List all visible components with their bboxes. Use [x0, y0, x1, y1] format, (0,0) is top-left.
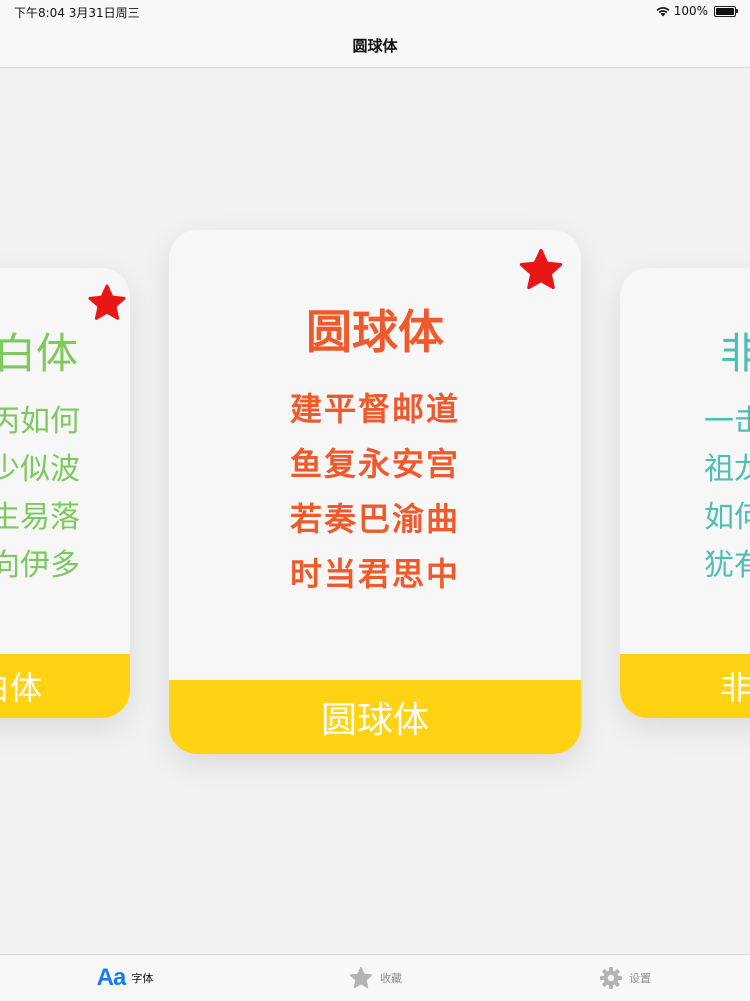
poem-line: 丙如何: [0, 404, 80, 439]
poem-line: 如何: [704, 500, 750, 535]
font-card-right[interactable]: 非 一击 祖龙 如何 犹有 非: [620, 268, 750, 718]
battery-icon: [714, 5, 738, 17]
wifi-icon: [656, 6, 670, 16]
star-icon: [349, 966, 373, 989]
font-card-poem: 丙如何 少似波 生易落 向伊多: [0, 398, 130, 590]
font-carousel[interactable]: 白体 丙如何 少似波 生易落 向伊多 白体 圆球体 建平督邮道 鱼复永安宫 若奏…: [0, 68, 750, 954]
tab-favorites[interactable]: 收藏: [250, 955, 500, 1001]
favorite-star-icon[interactable]: [86, 282, 128, 324]
font-card-name: 圆球体: [306, 305, 444, 359]
poem-line: 建平督邮道: [289, 390, 460, 428]
font-card-footer: 白体: [0, 654, 130, 718]
poem-line: 生易落: [0, 500, 80, 535]
battery-percent: 100%: [673, 4, 708, 18]
nav-bar: 圆球体: [0, 24, 750, 68]
tab-fonts[interactable]: Aa 字体: [0, 955, 250, 1001]
poem-line: 鱼复永安宫: [289, 445, 460, 483]
font-card-poem: 一击 祖龙 如何 犹有: [620, 398, 750, 590]
poem-line: 若奏巴渝曲: [289, 500, 460, 538]
font-icon: Aa: [96, 964, 127, 991]
status-bar: 下午8:04 3月31日周三 100%: [0, 0, 750, 24]
gear-icon: [600, 967, 622, 989]
poem-line: 少似波: [0, 452, 80, 487]
page-title: 圆球体: [352, 37, 398, 55]
font-card-poem: 建平督邮道 鱼复永安宫 若奏巴渝曲 时当君思中: [169, 382, 581, 602]
favorite-star-icon[interactable]: [517, 246, 565, 294]
poem-line: 犹有: [704, 548, 750, 583]
poem-line: 时当君思中: [289, 555, 460, 593]
tab-label: 收藏: [380, 972, 402, 985]
font-card-name: 非: [720, 329, 750, 378]
font-card-left[interactable]: 白体 丙如何 少似波 生易落 向伊多 白体: [0, 268, 130, 718]
status-time: 下午8:04 3月31日周三: [14, 6, 140, 20]
poem-line: 一击: [704, 404, 750, 439]
font-card-footer: 圆球体: [169, 680, 581, 754]
tab-settings[interactable]: 设置: [500, 955, 750, 1001]
tab-bar: Aa 字体 收藏 设置: [0, 954, 750, 1001]
font-card-footer: 非: [620, 654, 750, 718]
poem-line: 祖龙: [704, 452, 750, 487]
status-right: 100%: [656, 4, 738, 18]
tab-label: 字体: [131, 972, 154, 985]
font-card-name: 白体: [0, 329, 78, 378]
tab-label: 设置: [629, 972, 651, 985]
font-card-center[interactable]: 圆球体 建平督邮道 鱼复永安宫 若奏巴渝曲 时当君思中 圆球体: [169, 230, 581, 754]
poem-line: 向伊多: [0, 548, 80, 583]
